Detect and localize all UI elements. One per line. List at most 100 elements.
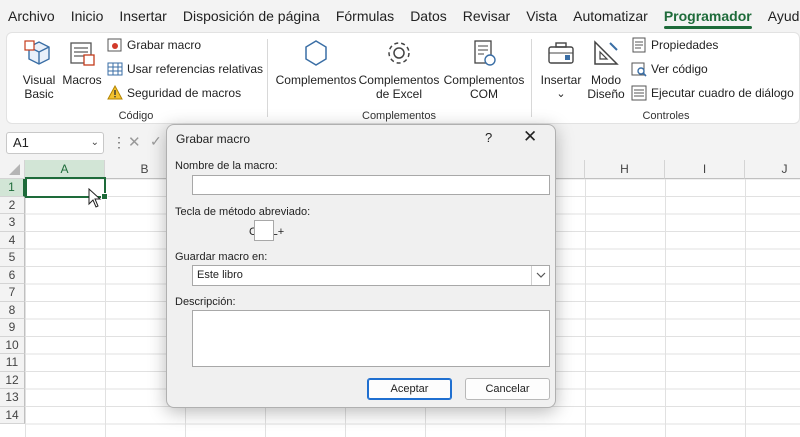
row-header[interactable]: 9 xyxy=(0,319,25,337)
ejecutar-dialogo-button[interactable]: Ejecutar cuadro de diálogo xyxy=(631,85,794,101)
close-icon[interactable]: ✕ xyxy=(523,127,537,147)
row-header[interactable]: 10 xyxy=(0,336,25,354)
visual-basic-label: Visual Basic xyxy=(22,73,56,101)
select-all-corner[interactable] xyxy=(0,160,25,179)
view-code-icon xyxy=(631,62,647,77)
row-header[interactable]: 14 xyxy=(0,406,25,424)
column-header[interactable]: H xyxy=(585,160,665,179)
visual-basic-icon xyxy=(24,40,50,65)
properties-icon xyxy=(632,37,646,53)
grabar-macro-button[interactable]: Grabar macro xyxy=(107,37,201,53)
store-macro-label: Guardar macro en: xyxy=(175,251,268,263)
menu-datos[interactable]: Datos xyxy=(410,0,447,32)
row-header[interactable]: 3 xyxy=(0,214,25,232)
toolbox-icon xyxy=(548,42,574,64)
shortcut-label: Tecla de método abreviado: xyxy=(175,206,311,218)
macro-name-input[interactable] xyxy=(192,175,550,195)
record-macro-dialog: Grabar macro ? ✕ Nombre de la macro: Tec… xyxy=(166,124,556,408)
gear-icon xyxy=(388,42,410,64)
cancel-button[interactable]: Cancelar xyxy=(465,378,550,400)
menu-programador[interactable]: Programador xyxy=(663,0,752,32)
menu-revisar[interactable]: Revisar xyxy=(463,0,510,32)
com-add-ins-icon xyxy=(474,40,496,66)
select-all-icon xyxy=(9,164,20,175)
run-dialog-icon xyxy=(631,85,647,101)
menu-ayuda[interactable]: Ayuda xyxy=(768,0,800,32)
column-header[interactable]: I xyxy=(665,160,745,179)
menu-formulas[interactable]: Fórmulas xyxy=(336,0,394,32)
propiedades-label: Propiedades xyxy=(651,38,719,52)
menu-archivo[interactable]: Archivo xyxy=(8,0,55,32)
complementos-excel-button[interactable]: Complementos de Excel xyxy=(357,35,441,101)
macros-label: Macros xyxy=(62,73,102,87)
chevron-down-icon[interactable]: ⌄ xyxy=(91,133,99,153)
ribbon-separator xyxy=(531,39,532,117)
row-header[interactable]: 13 xyxy=(0,389,25,407)
seguridad-macros-label: Seguridad de macros xyxy=(127,86,242,100)
store-macro-select[interactable]: Este libro xyxy=(192,265,550,286)
help-icon[interactable]: ? xyxy=(485,130,492,145)
complementos-button[interactable]: Complementos xyxy=(275,35,357,87)
menu-bar: Archivo Inicio Insertar Disposición de p… xyxy=(0,0,800,32)
row-header[interactable]: 4 xyxy=(0,231,25,249)
ribbon-separator xyxy=(267,39,268,117)
insertar-dropdown-icon: ⌄ xyxy=(556,88,566,100)
complementos-com-button[interactable]: Complementos COM xyxy=(443,35,525,101)
propiedades-button[interactable]: Propiedades xyxy=(631,37,718,53)
more-options-icon[interactable]: ⋮ xyxy=(112,134,126,151)
row-header[interactable]: 6 xyxy=(0,266,25,284)
row-header[interactable]: 2 xyxy=(0,196,25,214)
ejecutar-dialogo-label: Ejecutar cuadro de diálogo xyxy=(651,86,794,100)
add-ins-icon xyxy=(305,40,327,66)
group-controles: Insertar ⌄ Modo Diseño Propiedades Ver c… xyxy=(533,33,799,125)
insertar-label: Insertar xyxy=(540,73,582,87)
row-header[interactable]: 11 xyxy=(0,354,25,372)
row-header[interactable]: 1 xyxy=(0,179,25,197)
description-label: Descripción: xyxy=(175,296,236,308)
menu-disposicion[interactable]: Disposición de página xyxy=(183,0,320,32)
menu-insertar[interactable]: Insertar xyxy=(119,0,166,32)
group-label-complementos: Complementos xyxy=(362,110,436,122)
complementos-com-label: Complementos COM xyxy=(443,73,525,101)
cancel-entry-icon[interactable]: ✕ xyxy=(128,133,141,151)
shortcut-key-input[interactable] xyxy=(254,220,274,241)
group-label-controles: Controles xyxy=(642,110,690,122)
row-header[interactable]: 8 xyxy=(0,301,25,319)
row-header[interactable]: 5 xyxy=(0,249,25,267)
dialog-title: Grabar macro xyxy=(176,132,251,146)
group-codigo: Visual Basic Macros Grabar macro Usar re… xyxy=(7,33,265,125)
visual-basic-button[interactable]: Visual Basic xyxy=(17,35,61,101)
seguridad-macros-button[interactable]: Seguridad de macros xyxy=(107,85,241,101)
description-textarea[interactable] xyxy=(192,310,550,367)
mouse-cursor-icon xyxy=(88,188,102,208)
group-label-codigo: Código xyxy=(118,110,154,122)
macros-button[interactable]: Macros xyxy=(61,35,103,87)
complementos-excel-label: Complementos de Excel xyxy=(358,73,440,101)
warning-icon xyxy=(107,85,123,100)
name-box[interactable]: A1 ⌄ xyxy=(6,132,104,154)
ribbon: Visual Basic Macros Grabar macro Usar re… xyxy=(6,32,800,124)
menu-automatizar[interactable]: Automatizar xyxy=(573,0,648,32)
macro-name-label: Nombre de la macro: xyxy=(175,160,278,172)
usar-referencias-label: Usar referencias relativas xyxy=(127,62,264,76)
ver-codigo-button[interactable]: Ver código xyxy=(631,61,708,77)
store-macro-value: Este libro xyxy=(197,269,243,281)
modo-diseno-button[interactable]: Modo Diseño xyxy=(585,35,627,101)
column-header[interactable]: J xyxy=(745,160,800,179)
macros-icon xyxy=(70,42,95,66)
usar-referencias-button[interactable]: Usar referencias relativas xyxy=(107,61,263,77)
design-mode-icon xyxy=(594,40,619,65)
row-header[interactable]: 7 xyxy=(0,284,25,302)
relative-references-icon xyxy=(107,62,123,76)
chevron-down-icon[interactable] xyxy=(531,266,549,285)
ver-codigo-label: Ver código xyxy=(651,62,708,76)
enter-entry-icon[interactable]: ✓ xyxy=(150,133,162,150)
modo-diseno-label: Modo Diseño xyxy=(587,73,625,101)
row-header[interactable]: 12 xyxy=(0,371,25,389)
menu-vista[interactable]: Vista xyxy=(526,0,557,32)
insertar-control-button[interactable]: Insertar ⌄ xyxy=(537,35,585,101)
group-complementos: Complementos Complementos de Excel Compl… xyxy=(269,33,529,125)
record-macro-icon xyxy=(107,38,122,52)
ok-button[interactable]: Aceptar xyxy=(367,378,452,400)
menu-inicio[interactable]: Inicio xyxy=(71,0,104,32)
